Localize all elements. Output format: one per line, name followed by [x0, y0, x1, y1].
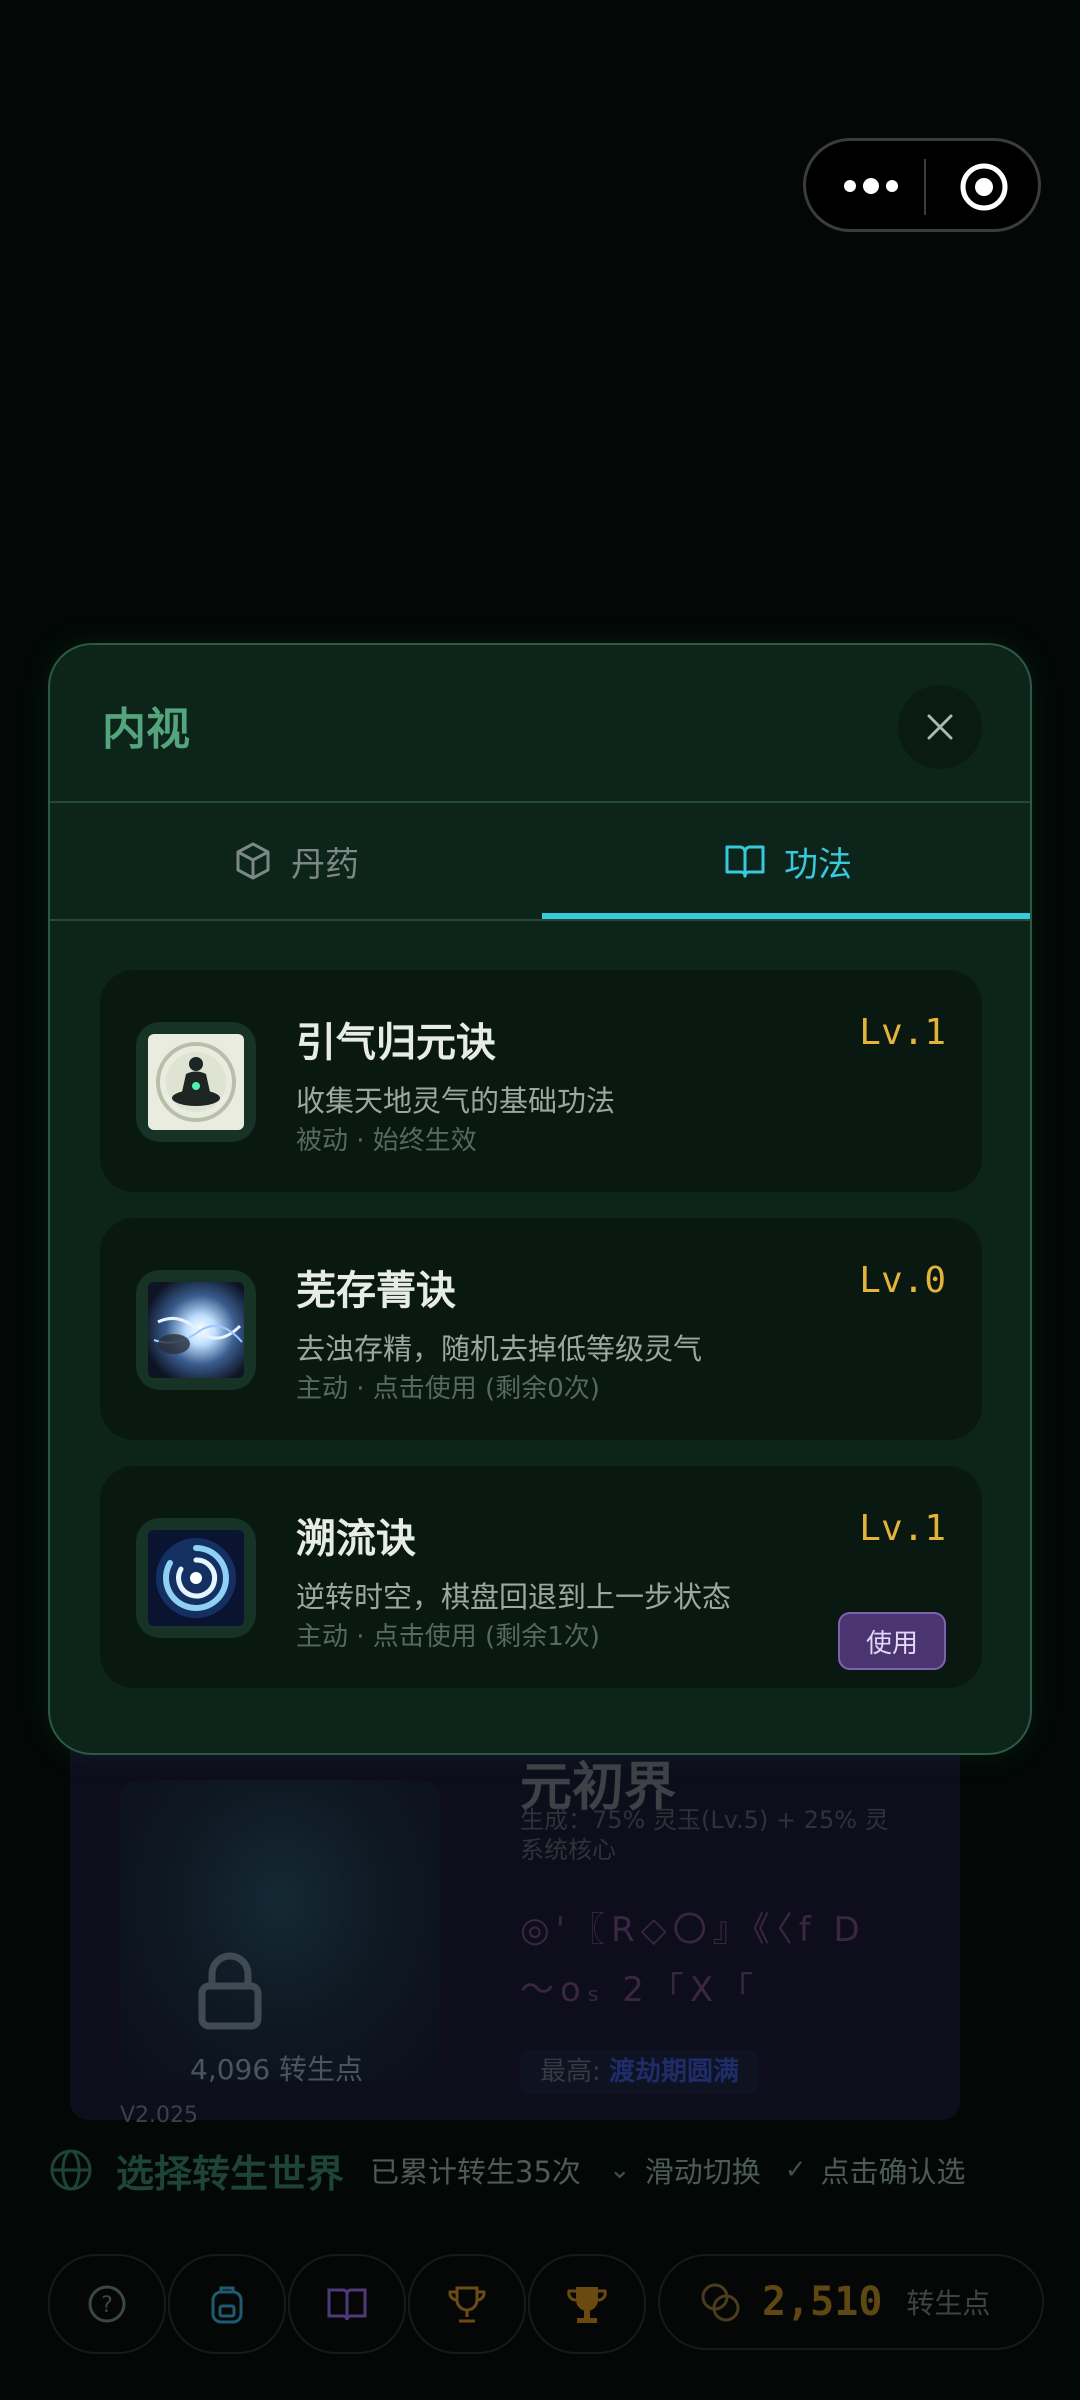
skill-icon-frame [136, 1022, 256, 1142]
check-icon: ✓ [784, 2155, 807, 2185]
backpack-button[interactable] [168, 2254, 286, 2354]
skill-meta: 主动 · 点击使用 (剩余0次) [296, 1374, 600, 1404]
version-label: V2.025 [120, 2103, 199, 2128]
trophy-icon [567, 2287, 607, 2323]
more-dots-icon[interactable] [836, 164, 906, 208]
help-button[interactable]: ? [48, 2254, 166, 2354]
help-icon: ? [88, 2285, 126, 2323]
skill-description: 收集天地灵气的基础功法 [296, 1084, 616, 1118]
best-record: 最高: 渡劫期圆满 [520, 2050, 760, 2094]
coins-icon [701, 2283, 740, 2322]
skill-level: Lv.1 [859, 1508, 946, 1549]
chevron-down-icon: ⌄ [608, 2155, 631, 2185]
confirm-hint-label: 点击确认选 [820, 2155, 966, 2189]
trophy-icon [448, 2286, 486, 2323]
skill-card[interactable]: 引气归元诀 Lv.1 收集天地灵气的基础功法 被动 · 始终生效 [100, 970, 982, 1192]
tab-pills-label: 丹药 [291, 844, 359, 885]
skill-card[interactable]: 溯流诀 Lv.1 逆转时空，棋盘回退到上一步状态 主动 · 点击使用 (剩余1次… [100, 1466, 982, 1688]
leaderboard-button[interactable] [528, 2254, 646, 2354]
tab-techniques[interactable]: 功法 [542, 803, 1030, 919]
skills-button[interactable] [288, 2254, 406, 2354]
book-icon [327, 2288, 367, 2321]
skill-icon-frame [136, 1518, 256, 1638]
rebirth-points-unit: 转生点 [906, 2287, 991, 2320]
meditation-icon [148, 1034, 244, 1130]
skill-name: 引气归元诀 [296, 1020, 496, 1066]
skill-card[interactable]: 芜存菁诀 Lv.0 去浊存精，随机去掉低等级灵气 主动 · 点击使用 (剩余0次… [100, 1218, 982, 1440]
modal-header: 内视 [50, 645, 1030, 803]
world-thumbnail [120, 1780, 440, 2080]
world-description: 生成：75% 灵玉(Lv.5) + 25% 灵 系统核心 [520, 1806, 889, 1864]
target-icon[interactable] [959, 162, 1009, 212]
tab-techniques-label: 功法 [784, 844, 852, 885]
capsule-divider [924, 159, 926, 215]
skill-icon-frame [136, 1270, 256, 1390]
rune-text: ◎'〖R◇〇』《〈f D～oₛ 2「X「 [520, 1910, 866, 2010]
globe-icon [50, 2149, 92, 2191]
introspection-modal: 内视 丹药 功法 引气归元诀 Lv.1 收集天地灵气的基础功法 被动 · 始终生… [48, 643, 1032, 1755]
bottom-toolbar: ? 2,510 转生点 [48, 2254, 1044, 2354]
energy-burst-icon [148, 1282, 244, 1378]
rebirth-count: 已累计转生35次 [370, 2155, 581, 2189]
svg-text:?: ? [101, 2293, 113, 2318]
rebirth-points-display[interactable]: 2,510 转生点 [658, 2254, 1044, 2350]
active-tab-indicator [542, 913, 1030, 919]
world-selector-bar: 选择转生世界 已累计转生35次 ⌄ 滑动切换 ✓ 点击确认选 [48, 2145, 1080, 2196]
book-icon [725, 845, 765, 878]
achievements-button[interactable] [408, 2254, 526, 2354]
cube-icon [236, 842, 270, 880]
swipe-hint: ⌄ 滑动切换 [609, 2149, 761, 2191]
skill-level: Lv.0 [859, 1260, 946, 1301]
unlock-cost: 4,096 转生点 [190, 2053, 364, 2086]
close-button[interactable] [898, 685, 982, 769]
modal-tabs: 丹药 功法 [50, 803, 1030, 921]
rebirth-points-value: 2,510 [762, 2279, 883, 2325]
best-label: 最高: [540, 2057, 601, 2087]
skill-meta: 被动 · 始终生效 [296, 1126, 477, 1156]
modal-title: 内视 [102, 704, 190, 755]
vortex-icon [148, 1530, 244, 1626]
selector-title: 选择转生世界 [116, 2151, 345, 2196]
miniprogram-capsule [803, 138, 1041, 232]
swipe-hint-label: 滑动切换 [644, 2155, 761, 2189]
confirm-hint: ✓ 点击确认选 [785, 2149, 966, 2191]
skill-name: 芜存菁诀 [296, 1268, 456, 1314]
tab-pills[interactable]: 丹药 [50, 803, 542, 919]
lock-icon [198, 1952, 262, 2030]
skill-description: 去浊存精，随机去掉低等级灵气 [296, 1332, 703, 1366]
skill-meta: 主动 · 点击使用 (剩余1次) [296, 1622, 600, 1652]
skill-level: Lv.1 [859, 1012, 946, 1053]
skill-description: 逆转时空，棋盘回退到上一步状态 [296, 1580, 732, 1614]
close-icon [927, 714, 953, 740]
best-value: 渡劫期圆满 [609, 2057, 740, 2087]
use-skill-button[interactable]: 使用 [838, 1612, 946, 1670]
backpack-icon [211, 2286, 243, 2324]
skill-list: 引气归元诀 Lv.1 收集天地灵气的基础功法 被动 · 始终生效 芜存菁诀 Lv… [100, 970, 982, 1714]
skill-name: 溯流诀 [296, 1516, 416, 1562]
